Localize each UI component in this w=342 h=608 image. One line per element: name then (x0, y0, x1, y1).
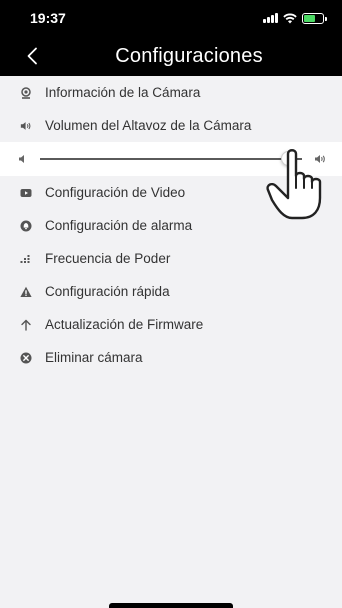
menu-item-quick-setup[interactable]: Configuración rápida (0, 275, 342, 308)
speaker-icon (20, 120, 32, 132)
webcam-icon (20, 86, 32, 99)
chevron-left-icon (27, 47, 37, 65)
settings-list: Información de la Cámara Volumen del Alt… (0, 76, 342, 374)
status-time: 19:37 (30, 10, 66, 26)
menu-item-label: Frecuencia de Poder (45, 251, 171, 266)
home-indicator (109, 603, 233, 608)
battery-icon (302, 12, 327, 24)
menu-item-label: Actualización de Firmware (45, 317, 204, 332)
volume-low-icon (19, 155, 24, 163)
pointing-hand-icon (266, 149, 322, 220)
alarm-icon (20, 220, 32, 232)
menu-item-label: Configuración de alarma (45, 218, 193, 233)
video-icon (20, 187, 32, 199)
header: 19:37 Configuraciones (0, 0, 342, 76)
status-bar: 19:37 (0, 0, 342, 36)
menu-item-camera-info[interactable]: Información de la Cámara (0, 76, 342, 109)
menu-item-label: Información de la Cámara (45, 85, 201, 100)
navbar: Configuraciones (0, 36, 342, 76)
status-icons (263, 12, 327, 24)
menu-item-label: Volumen del Altavoz de la Cámara (45, 118, 252, 133)
frequency-icon (20, 253, 32, 265)
menu-item-delete-camera[interactable]: Eliminar cámara (0, 341, 342, 374)
menu-item-firmware-update[interactable]: Actualización de Firmware (0, 308, 342, 341)
wifi-icon (283, 13, 297, 23)
menu-item-label: Configuración de Video (45, 185, 186, 200)
page-title: Configuraciones (115, 44, 263, 67)
menu-item-label: Eliminar cámara (45, 350, 143, 365)
menu-item-power-frequency[interactable]: Frecuencia de Poder (0, 242, 342, 275)
menu-item-label: Configuración rápida (45, 284, 170, 299)
arrow-up-icon (20, 319, 32, 331)
signal-icon (263, 13, 278, 23)
warning-icon (20, 286, 32, 298)
back-button[interactable] (20, 43, 44, 69)
menu-item-speaker-volume[interactable]: Volumen del Altavoz de la Cámara (0, 109, 342, 142)
volume-slider[interactable] (40, 151, 302, 167)
delete-icon (20, 352, 32, 364)
